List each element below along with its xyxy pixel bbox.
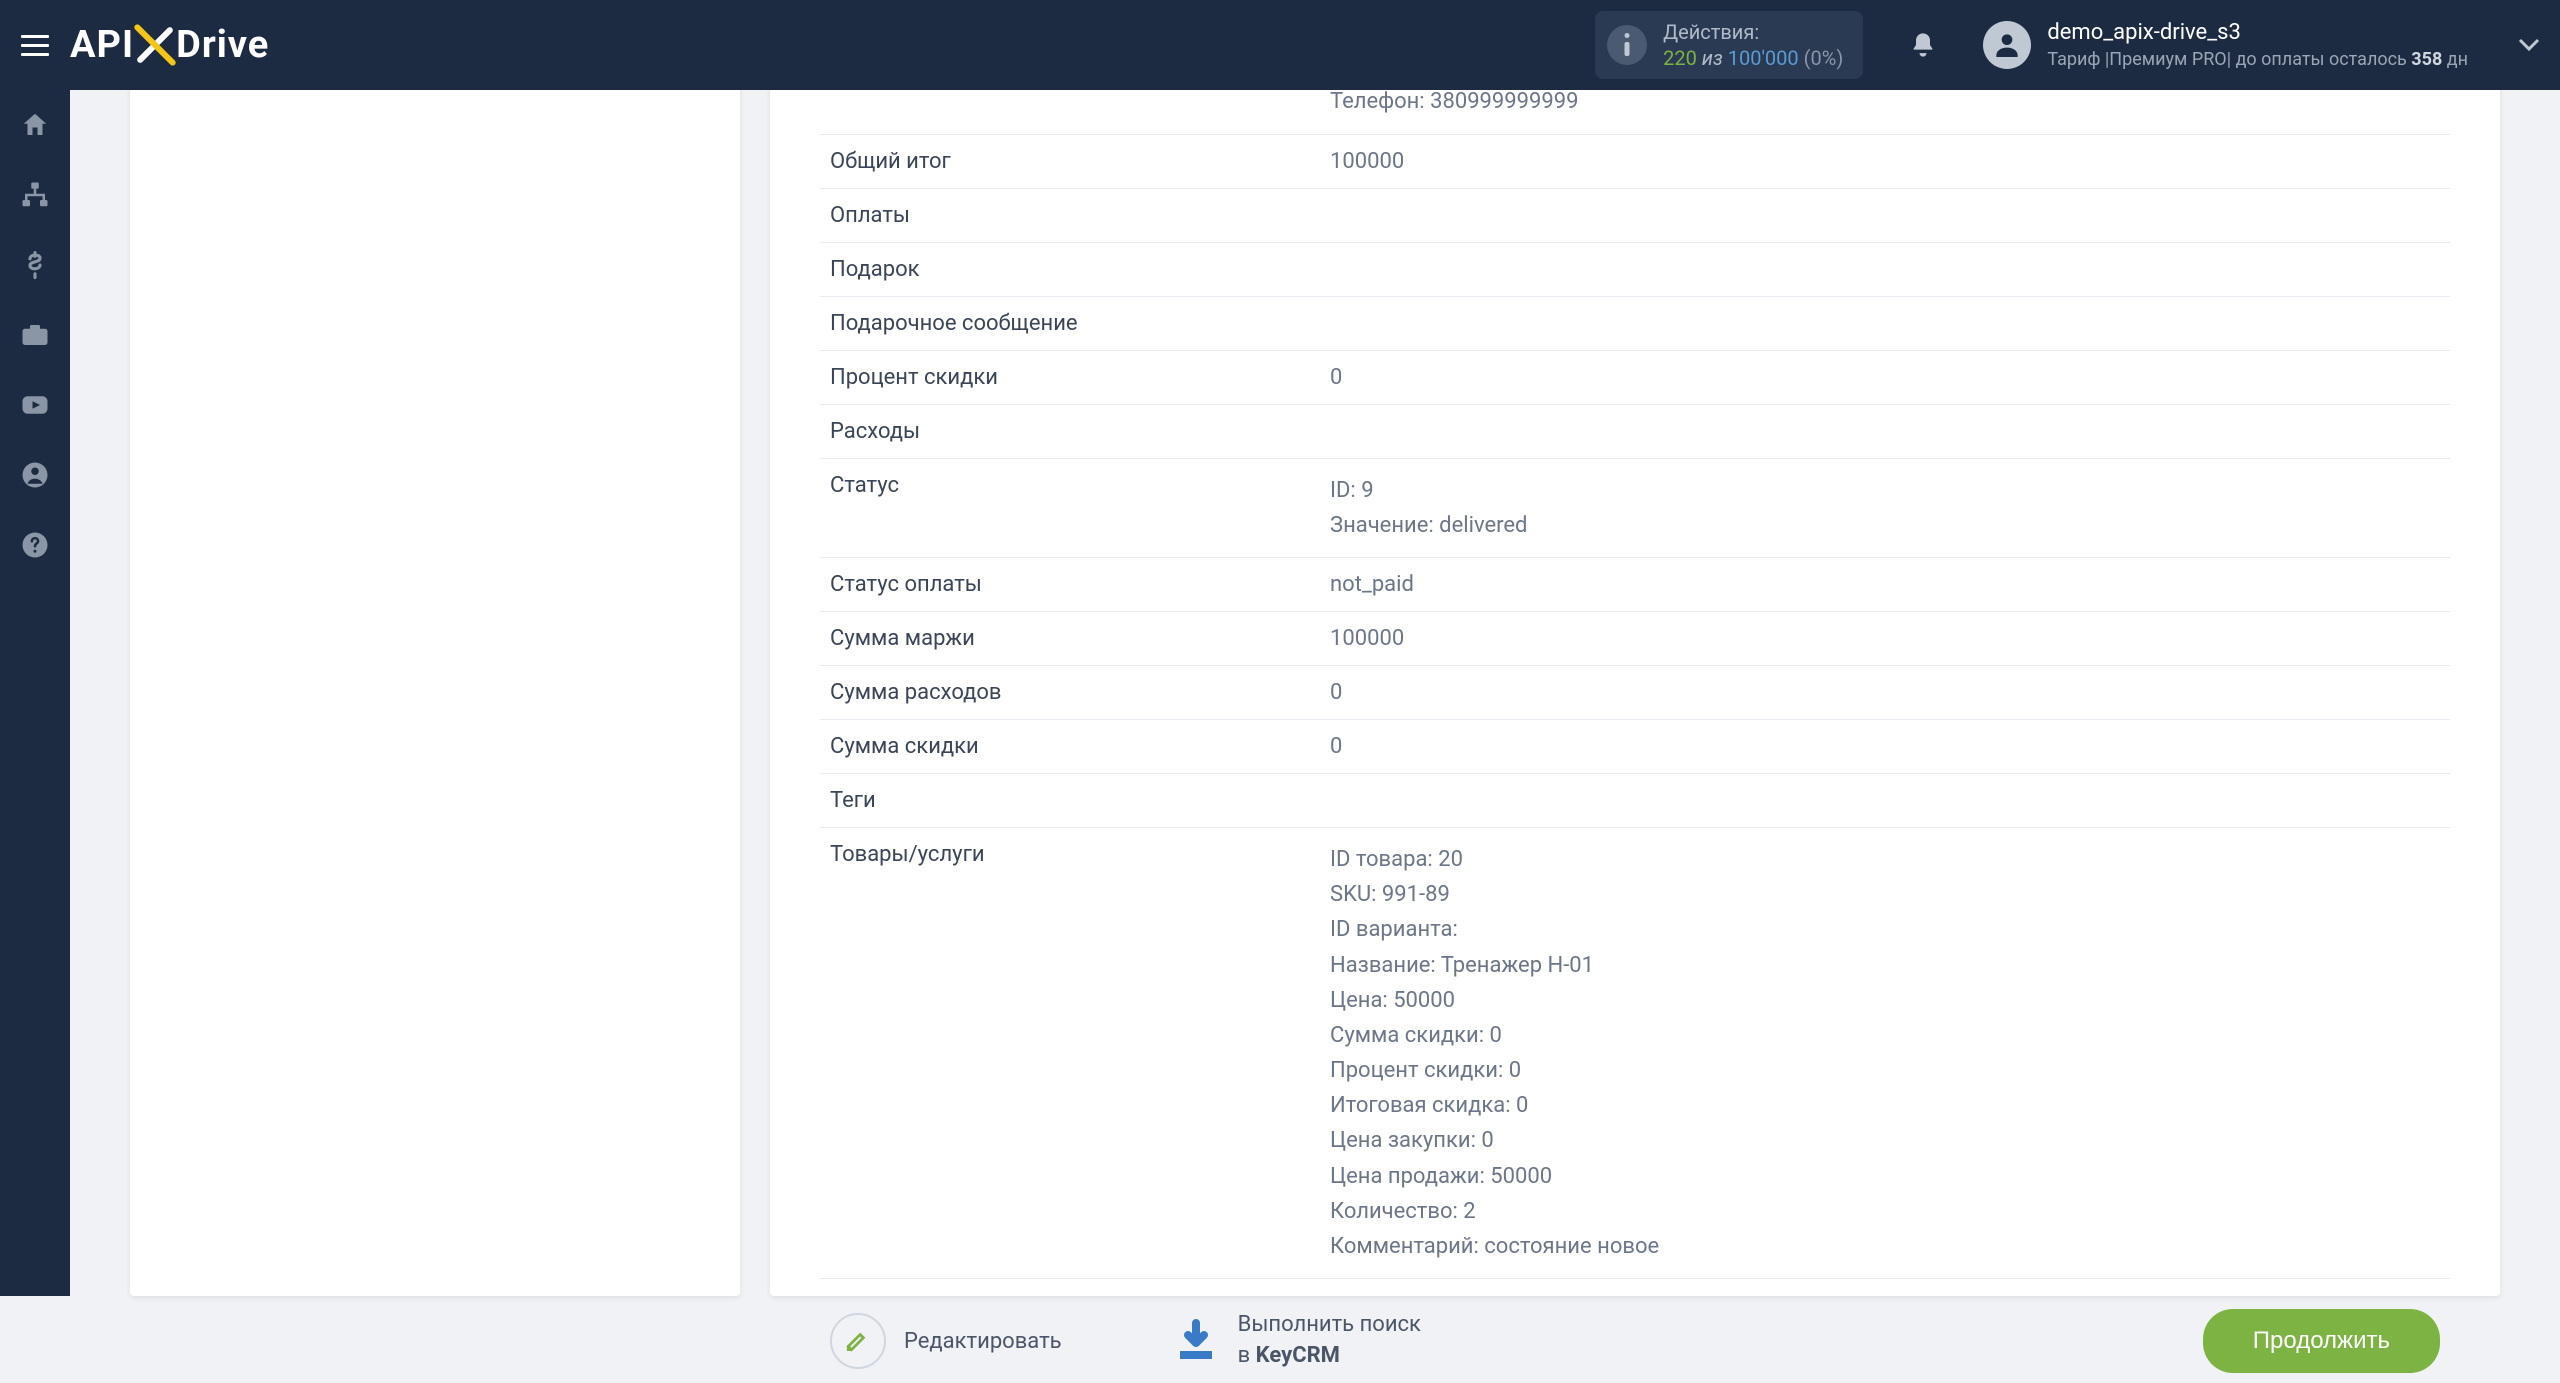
user-circle-icon	[20, 460, 50, 490]
actions-count: 220 из 100'000 (0%)	[1663, 45, 1843, 71]
actions-text: Действия: 220 из 100'000 (0%)	[1663, 19, 1843, 71]
sidebar-help[interactable]	[0, 510, 70, 580]
help-icon	[20, 530, 50, 560]
row-label: Общий итог	[820, 134, 1320, 188]
data-table: МенеджерПолное имя: Andrii MavE-mail: ma…	[820, 0, 2450, 1279]
user-menu[interactable]: demo_apix-drive_s3 Тариф |Премиум PRO| д…	[1953, 19, 2498, 71]
row-label: Статус оплаты	[820, 557, 1320, 611]
row-value: not_paid	[1320, 557, 2450, 611]
actions-badge[interactable]: Действия: 220 из 100'000 (0%)	[1595, 11, 1863, 79]
row-value: 100000	[1320, 134, 2450, 188]
sidebar-account[interactable]	[0, 440, 70, 510]
info-icon	[1607, 25, 1647, 65]
row-label: Подарочное сообщение	[820, 296, 1320, 350]
logo-x-icon	[136, 25, 174, 65]
header-right: Действия: 220 из 100'000 (0%) demo_apix-…	[1595, 0, 2560, 90]
table-row: Процент скидки0	[820, 350, 2450, 404]
actions-label: Действия:	[1663, 19, 1843, 45]
row-value	[1320, 404, 2450, 458]
row-label: Статус	[820, 458, 1320, 557]
table-row: Оплаты	[820, 188, 2450, 242]
app-header: API Drive Действия: 220 из 100'000 (0%) …	[0, 0, 2560, 90]
logo-drive: Drive	[176, 23, 269, 67]
row-value: ID: 9Значение: delivered	[1320, 458, 2450, 557]
hamburger-icon	[21, 35, 49, 56]
home-icon	[20, 110, 50, 140]
content-panel: МенеджерПолное имя: Andrii MavE-mail: ma…	[770, 0, 2500, 1296]
menu-toggle[interactable]	[0, 0, 70, 90]
table-row: Расходы	[820, 404, 2450, 458]
row-label: Расходы	[820, 404, 1320, 458]
row-label: Теги	[820, 773, 1320, 827]
table-row: Товары/услугиID товара: 20SKU: 991-89ID …	[820, 827, 2450, 1278]
row-value	[1320, 188, 2450, 242]
table-row: Подарочное сообщение	[820, 296, 2450, 350]
search-action[interactable]: Выполнить поиск в KeyCRM	[1172, 1310, 1421, 1372]
table-row: Сумма расходов0	[820, 665, 2450, 719]
user-tariff: Тариф |Премиум PRO| до оплаты осталось 3…	[2047, 48, 2468, 71]
main-content: МенеджерПолное имя: Andrii MavE-mail: ma…	[70, 90, 2560, 1296]
avatar-icon	[1983, 21, 2031, 69]
row-value	[1320, 296, 2450, 350]
chevron-down-icon	[2518, 38, 2540, 52]
continue-button[interactable]: Продолжить	[2203, 1309, 2440, 1373]
row-value	[1320, 242, 2450, 296]
table-row: Подарок	[820, 242, 2450, 296]
sidebar	[0, 90, 70, 1296]
row-value: 0	[1320, 350, 2450, 404]
briefcase-icon	[20, 320, 50, 350]
row-value: 0	[1320, 665, 2450, 719]
pencil-icon	[830, 1313, 886, 1369]
edit-button[interactable]: Редактировать	[830, 1313, 1062, 1369]
row-label: Оплаты	[820, 188, 1320, 242]
edit-label: Редактировать	[904, 1329, 1062, 1354]
logo[interactable]: API Drive	[70, 23, 269, 67]
table-row: СтатусID: 9Значение: delivered	[820, 458, 2450, 557]
bell-icon	[1909, 30, 1937, 60]
sidebar-connections[interactable]	[0, 160, 70, 230]
left-panel	[130, 0, 740, 1296]
table-row: Статус оплатыnot_paid	[820, 557, 2450, 611]
youtube-icon	[20, 390, 50, 420]
row-value: ID товара: 20SKU: 991-89ID варианта:Назв…	[1320, 827, 2450, 1278]
row-label: Сумма маржи	[820, 611, 1320, 665]
row-label: Сумма расходов	[820, 665, 1320, 719]
dollar-icon	[20, 250, 50, 280]
table-row: Теги	[820, 773, 2450, 827]
row-label: Подарок	[820, 242, 1320, 296]
table-row: Сумма маржи100000	[820, 611, 2450, 665]
notifications-button[interactable]	[1893, 30, 1953, 60]
logo-api: API	[70, 23, 134, 67]
table-row: Сумма скидки0	[820, 719, 2450, 773]
download-icon	[1172, 1317, 1220, 1365]
sidebar-video[interactable]	[0, 370, 70, 440]
row-value: 100000	[1320, 611, 2450, 665]
user-info: demo_apix-drive_s3 Тариф |Премиум PRO| д…	[2047, 19, 2468, 71]
user-dropdown-toggle[interactable]	[2498, 38, 2560, 52]
row-value	[1320, 773, 2450, 827]
search-text: Выполнить поиск в KeyCRM	[1238, 1310, 1421, 1372]
footer-actions: Редактировать Выполнить поиск в KeyCRM П…	[820, 1279, 2450, 1383]
user-name: demo_apix-drive_s3	[2047, 19, 2468, 48]
row-label: Сумма скидки	[820, 719, 1320, 773]
sitemap-icon	[20, 180, 50, 210]
sidebar-tools[interactable]	[0, 300, 70, 370]
sidebar-home[interactable]	[0, 90, 70, 160]
row-label: Процент скидки	[820, 350, 1320, 404]
table-row: Общий итог100000	[820, 134, 2450, 188]
row-value: 0	[1320, 719, 2450, 773]
sidebar-billing[interactable]	[0, 230, 70, 300]
row-label: Товары/услуги	[820, 827, 1320, 1278]
